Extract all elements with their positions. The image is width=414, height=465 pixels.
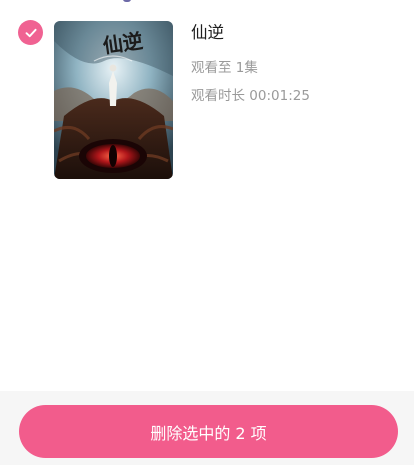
watch-duration-text: 观看时长 00:01:25 bbox=[191, 88, 310, 104]
selection-checkbox[interactable] bbox=[18, 20, 43, 45]
checkmark-icon bbox=[25, 28, 37, 37]
video-title: 仙逆 bbox=[191, 23, 224, 42]
history-list-item[interactable]: 仙逆 仙逆 观看至 1集 观看时长 00:01:25 bbox=[0, 0, 414, 190]
bottom-action-bar: 删除选中的 2 项 bbox=[0, 391, 414, 465]
watched-episode-text: 观看至 1集 bbox=[191, 60, 258, 76]
watch-history-edit-screen: 仙逆 仙逆 观看至 1集 观看时长 00:01:25 删除选中的 2 项 bbox=[0, 0, 414, 465]
video-poster[interactable]: 仙逆 bbox=[54, 21, 173, 179]
delete-selected-button[interactable]: 删除选中的 2 项 bbox=[19, 405, 398, 458]
